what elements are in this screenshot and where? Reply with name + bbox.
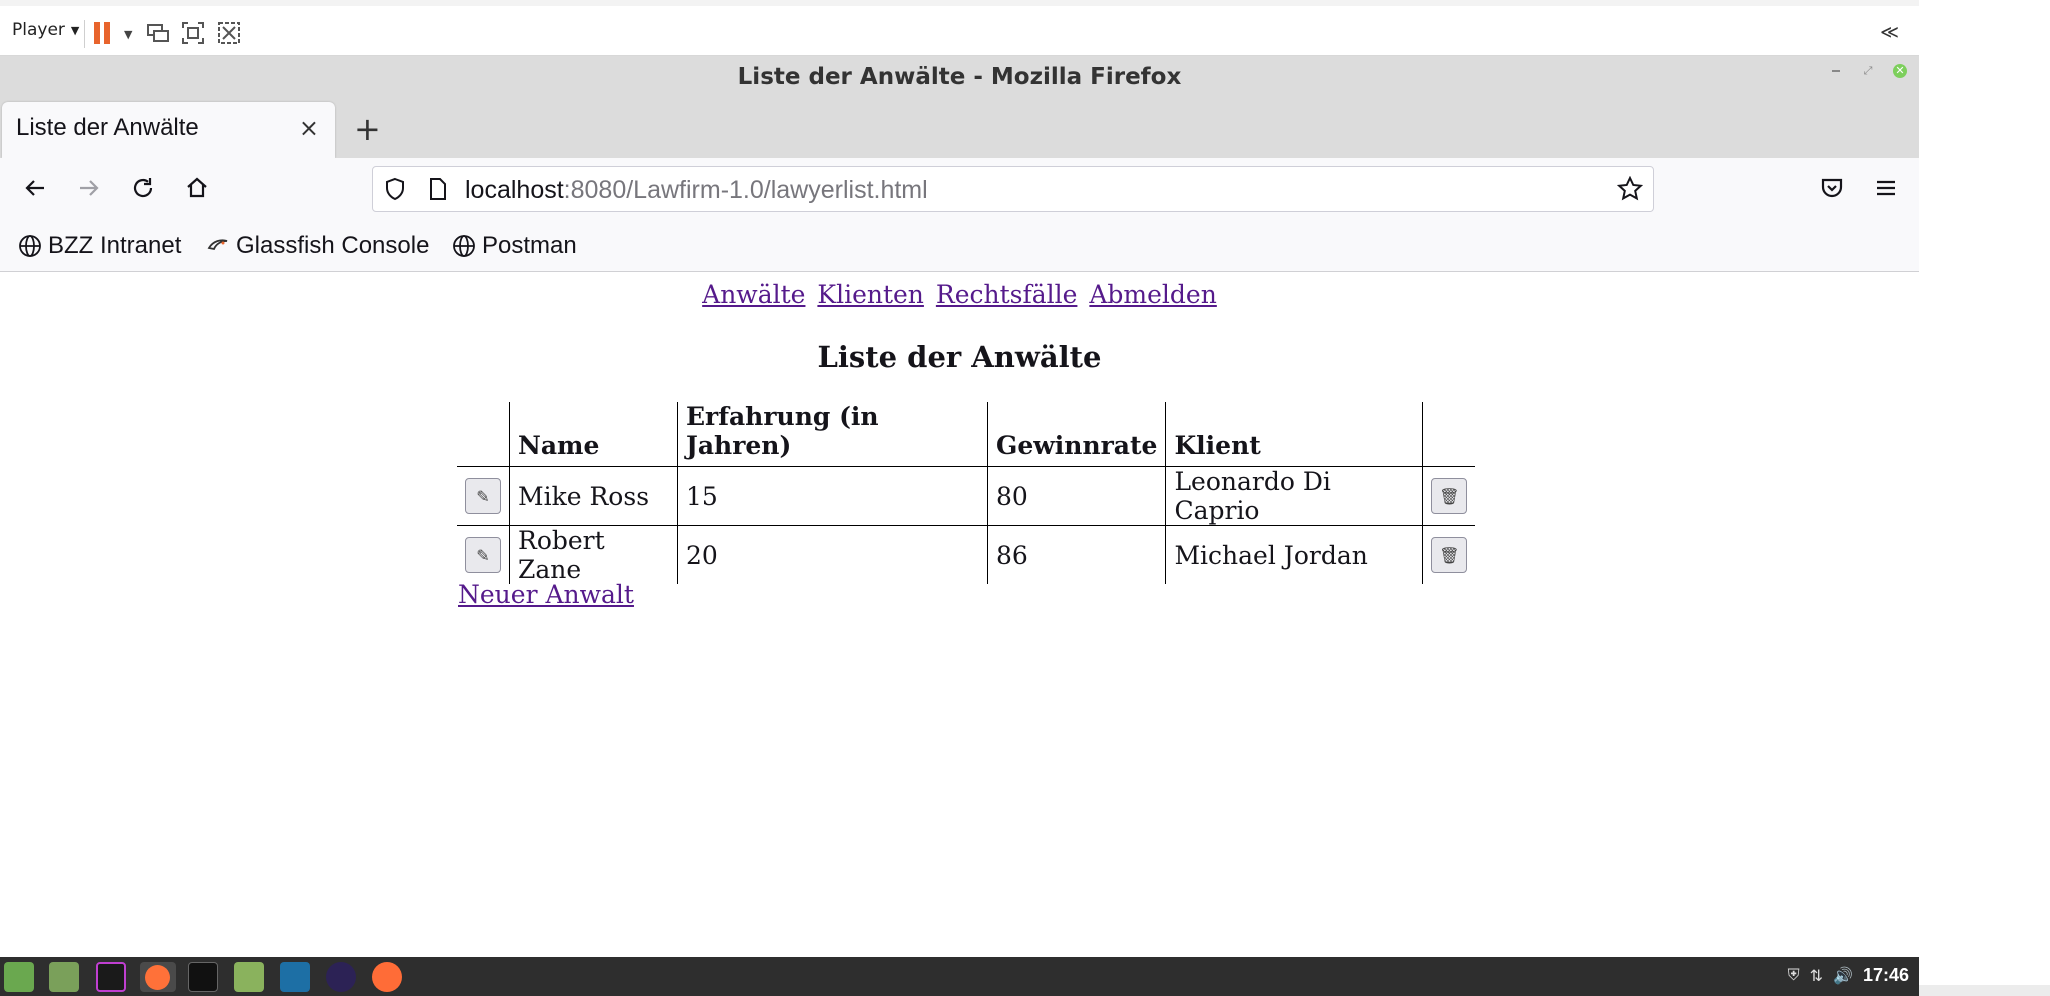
firefox-icon <box>145 965 170 990</box>
column-header-winrate: Gewinnrate <box>986 402 1166 467</box>
postman-icon[interactable] <box>372 962 402 992</box>
edit-icon[interactable]: ✎ <box>465 478 501 514</box>
navigation-toolbar: localhost:8080/Lawfirm-1.0/lawyerlist.ht… <box>0 158 1919 220</box>
column-header-delete <box>1422 402 1476 467</box>
window-title: Liste der Anwälte - Mozilla Firefox <box>737 64 1182 90</box>
host-scroll-edge <box>1919 985 2050 996</box>
bookmark-bzz-intranet[interactable]: BZZ Intranet <box>18 232 181 260</box>
globe-icon <box>453 235 475 257</box>
new-tab-button[interactable]: + <box>354 110 381 148</box>
toolbar-divider <box>84 20 85 48</box>
tab-strip: Liste der Anwälte × + <box>0 102 1919 158</box>
taskbar: ⛨ ⇅ 🔊 17:46 <box>0 957 1919 996</box>
nav-link-klienten[interactable]: Klienten <box>817 280 924 309</box>
cell-experience: 15 <box>677 466 988 526</box>
forward-icon[interactable] <box>71 170 107 206</box>
home-icon[interactable] <box>179 170 215 206</box>
page-info-icon[interactable] <box>427 177 449 201</box>
tab-lawyer-list[interactable]: Liste der Anwälte × <box>2 102 335 158</box>
site-navigation: Anwälte Klienten Rechtsfälle Abmelden <box>0 280 1919 309</box>
window-titlebar: Liste der Anwälte - Mozilla Firefox ⤢ ✕ <box>0 56 1919 102</box>
close-tab-icon[interactable]: × <box>299 114 319 142</box>
player-menu-label: Player <box>12 20 65 40</box>
terminal-icon[interactable] <box>188 962 218 992</box>
send-ctrl-alt-del-icon[interactable] <box>145 20 171 46</box>
globe-icon <box>19 235 41 257</box>
tab-title: Liste der Anwälte <box>16 114 199 141</box>
delete-icon[interactable]: 🗑 <box>1431 537 1468 573</box>
nav-link-anwaelte[interactable]: Anwälte <box>702 280 805 309</box>
page-title: Liste der Anwälte <box>817 340 1102 374</box>
mint-menu-icon[interactable] <box>4 962 34 992</box>
bookmark-glassfish-console[interactable]: Glassfish Console <box>206 232 429 260</box>
cell-client: Leonardo Di Caprio <box>1165 466 1423 526</box>
hamburger-menu-icon[interactable] <box>1868 170 1904 206</box>
lawyer-table: Name Erfahrung (in Jahren) Gewinnrate Kl… <box>457 402 1476 584</box>
cell-client: Michael Jordan <box>1165 525 1423 584</box>
url-text[interactable]: localhost:8080/Lawfirm-1.0/lawyerlist.ht… <box>465 176 928 205</box>
chevron-down-icon: ▼ <box>70 23 80 37</box>
page-content: Anwälte Klienten Rechtsfälle Abmelden Li… <box>0 272 1919 957</box>
table-row: ✎ Robert Zane 20 86 Michael Jordan 🗑 <box>457 525 1476 584</box>
table-row: ✎ Mike Ross 15 80 Leonardo Di Caprio 🗑 <box>457 466 1476 526</box>
nav-link-abmelden[interactable]: Abmelden <box>1089 280 1216 309</box>
reload-icon[interactable] <box>125 170 161 206</box>
bookmark-label: Postman <box>482 232 577 259</box>
volume-icon[interactable]: 🔊 <box>1833 966 1853 986</box>
folder-icon[interactable] <box>234 962 264 992</box>
bookmark-star-icon[interactable] <box>1617 176 1643 202</box>
table-header-row: Name Erfahrung (in Jahren) Gewinnrate Kl… <box>457 402 1476 467</box>
pocket-icon[interactable] <box>1814 170 1850 206</box>
player-menu-button[interactable]: Player ▼ <box>12 20 79 40</box>
delete-icon[interactable]: 🗑 <box>1431 478 1468 514</box>
glassfish-icon <box>207 239 228 251</box>
column-header-experience: Erfahrung (in Jahren) <box>677 402 988 467</box>
vm-player-toolbar: Player ▼ ▼ ≪ <box>0 0 1919 56</box>
shield-icon[interactable]: ⛨ <box>1788 967 1800 985</box>
network-icon[interactable]: ⇅ <box>1810 966 1823 986</box>
bookmarks-toolbar: BZZ Intranet Glassfish Console Postman <box>0 220 1919 272</box>
system-tray: ⛨ ⇅ 🔊 17:46 <box>1788 965 1909 986</box>
chevron-down-icon[interactable]: ▼ <box>124 28 132 41</box>
mysql-workbench-icon[interactable] <box>280 962 310 992</box>
clock[interactable]: 17:46 <box>1863 965 1909 986</box>
bookmark-label: Glassfish Console <box>236 232 430 259</box>
nav-link-rechtsfaelle[interactable]: Rechtsfälle <box>936 280 1078 309</box>
firefox-taskbar-active[interactable] <box>140 962 176 992</box>
back-icon[interactable] <box>17 170 53 206</box>
files-icon[interactable] <box>49 962 79 992</box>
tracking-protection-shield-icon[interactable] <box>383 177 407 201</box>
intellij-icon[interactable] <box>96 962 126 992</box>
column-header-name: Name <box>509 402 678 467</box>
column-header-edit <box>457 402 510 467</box>
close-window-icon[interactable]: ✕ <box>1893 64 1907 78</box>
cell-winrate: 86 <box>986 525 1166 584</box>
cell-experience: 20 <box>677 525 988 584</box>
eclipse-icon[interactable] <box>326 962 356 992</box>
new-lawyer-link[interactable]: Neuer Anwalt <box>458 580 634 609</box>
window-controls: ⤢ ✕ <box>1829 64 1907 78</box>
fullscreen-icon[interactable] <box>180 20 206 46</box>
cell-name: Robert Zane <box>509 525 678 584</box>
url-host: localhost <box>465 176 564 204</box>
host-background <box>1919 0 2050 996</box>
minimize-icon[interactable] <box>1829 64 1843 78</box>
url-bar[interactable]: localhost:8080/Lawfirm-1.0/lawyerlist.ht… <box>372 166 1654 212</box>
cell-winrate: 80 <box>986 466 1166 526</box>
unity-mode-icon[interactable] <box>216 20 242 46</box>
maximize-icon[interactable]: ⤢ <box>1861 64 1875 78</box>
url-path: :8080/Lawfirm-1.0/lawyerlist.html <box>563 176 928 204</box>
bookmark-postman[interactable]: Postman <box>452 232 577 260</box>
column-header-client: Klient <box>1165 402 1423 467</box>
collapse-toolbar-icon[interactable]: ≪ <box>1880 22 1899 43</box>
bookmark-label: BZZ Intranet <box>48 232 182 259</box>
cell-name: Mike Ross <box>509 466 678 526</box>
edit-icon[interactable]: ✎ <box>465 537 501 573</box>
pause-icon[interactable] <box>94 22 110 44</box>
